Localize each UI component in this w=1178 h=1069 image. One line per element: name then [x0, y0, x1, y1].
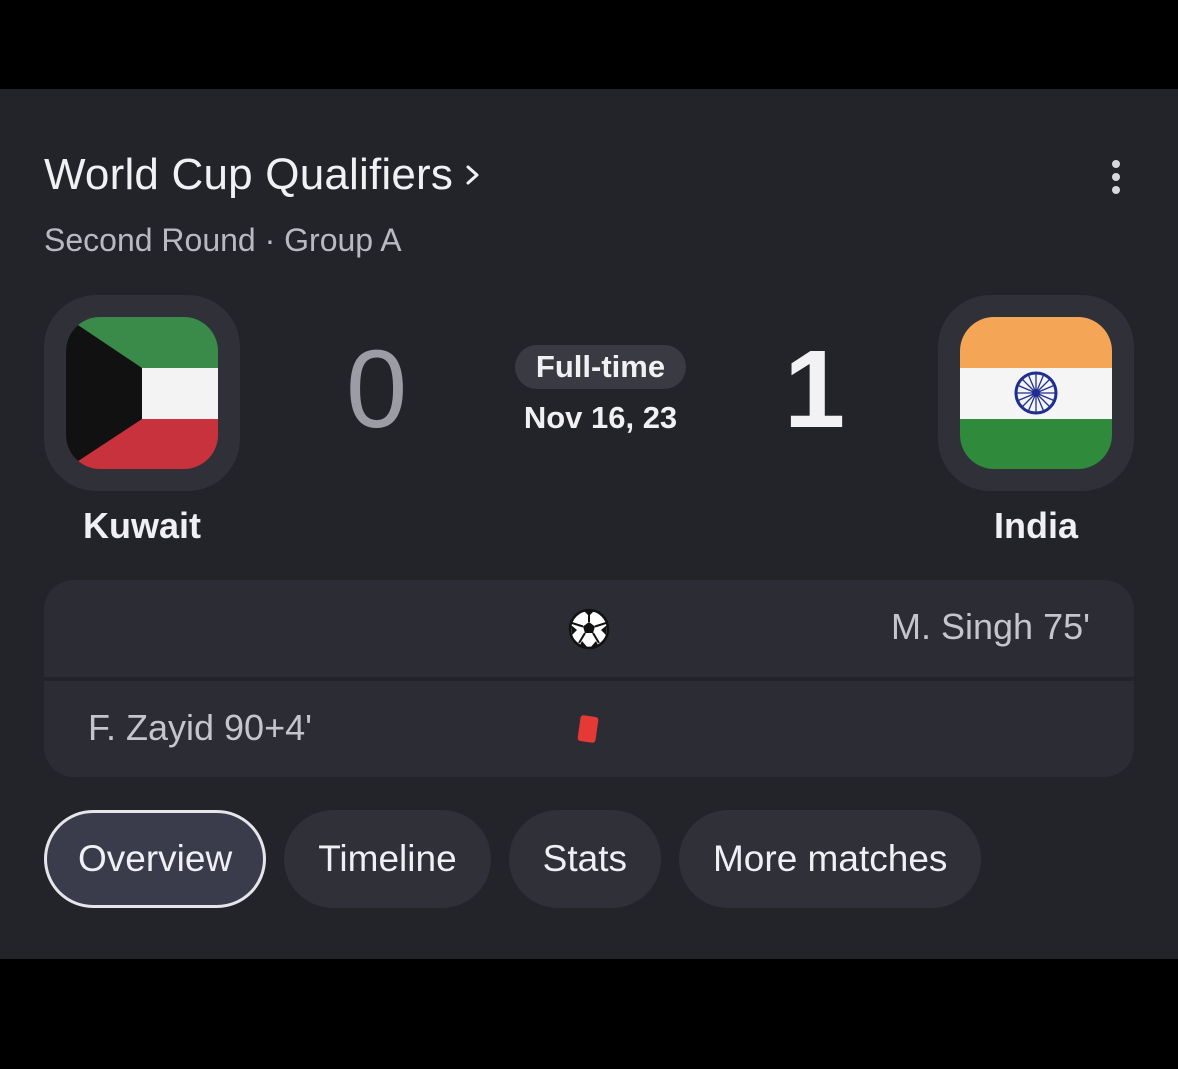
home-team-name: Kuwait [82, 505, 201, 546]
red-card-player: F. Zayid 90+4' [88, 707, 312, 748]
home-score: 0 [346, 328, 408, 451]
home-team-flag-frame [44, 295, 240, 491]
tab-bar: Overview Timeline Stats More matches [44, 810, 982, 908]
tab-timeline[interactable]: Timeline [284, 810, 491, 908]
soccer-ball-icon [568, 608, 610, 650]
match-date: Nov 16, 23 [523, 400, 678, 435]
tab-overview[interactable]: Overview [44, 810, 267, 908]
competition-subtitle: Second Round · Group A [44, 222, 402, 258]
event-row-red-card[interactable]: F. Zayid 90+4' [44, 681, 1134, 777]
kuwait-flag-icon [66, 317, 218, 469]
competition-title: World Cup Qualifiers [44, 150, 454, 199]
goal-scorer: M. Singh 75' [891, 606, 1090, 647]
away-score: 1 [784, 328, 846, 451]
event-row-goal[interactable]: M. Singh 75' [44, 580, 1134, 677]
red-card-icon [577, 715, 599, 743]
tab-stats[interactable]: Stats [508, 810, 661, 908]
match-events: M. Singh 75' F. Zayid 90+4' [44, 580, 1134, 777]
india-flag-icon [960, 317, 1112, 469]
away-team-name: India [993, 505, 1078, 546]
match-status-badge: Full-time [515, 345, 686, 389]
competition-link[interactable]: World Cup Qualifiers [44, 150, 487, 200]
chevron-right-icon [466, 165, 479, 185]
away-team-flag-frame [938, 295, 1134, 491]
home-team[interactable]: Kuwait [44, 295, 240, 547]
tab-more-matches[interactable]: More matches [678, 810, 982, 908]
more-options-icon[interactable] [1100, 160, 1132, 204]
away-team[interactable]: India [938, 295, 1134, 547]
